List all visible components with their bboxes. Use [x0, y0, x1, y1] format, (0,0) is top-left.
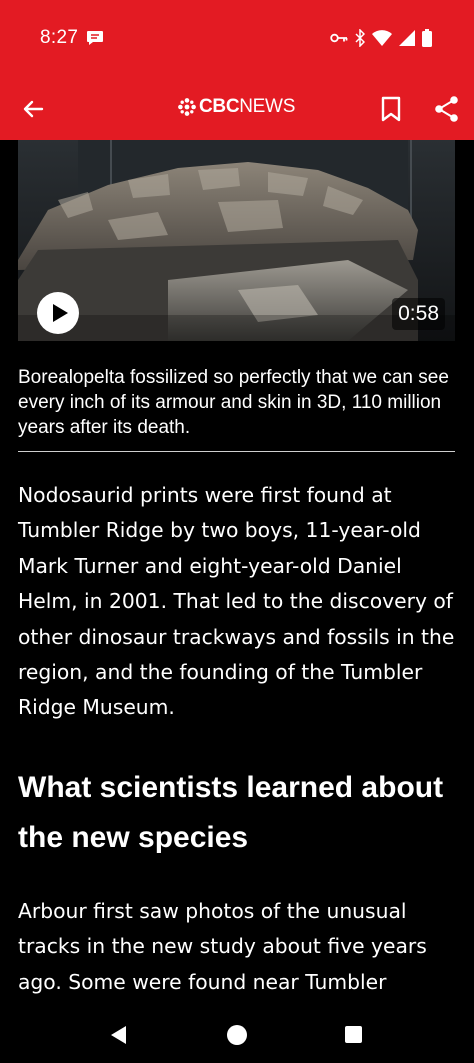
- bookmark-icon[interactable]: [378, 94, 404, 124]
- cbc-gem-icon: [178, 98, 196, 116]
- nav-home-icon[interactable]: [227, 1025, 247, 1045]
- play-icon: [53, 304, 68, 322]
- system-nav-bar: [0, 1007, 474, 1063]
- back-arrow-icon[interactable]: [18, 94, 48, 124]
- video-duration: 0:58: [392, 298, 445, 330]
- article-paragraph: Nodosaurid prints were first found at Tu…: [18, 483, 455, 720]
- video-caption: Borealopelta fossilized so perfectly tha…: [18, 367, 449, 438]
- logo-news-text: NEWS: [239, 96, 296, 117]
- vpn-key-icon: [330, 33, 348, 43]
- video-thumbnail: [18, 140, 455, 341]
- message-icon: [87, 31, 103, 45]
- status-time: 8:27: [40, 27, 79, 48]
- status-icons: [330, 28, 432, 48]
- app-bar: CBCNEWS: [0, 78, 474, 140]
- wifi-icon: [372, 30, 392, 46]
- status-bar: 8:27: [0, 0, 474, 78]
- bluetooth-icon: [355, 29, 365, 47]
- video-player[interactable]: 0:58: [18, 140, 455, 341]
- nav-back-icon[interactable]: [108, 1024, 130, 1046]
- battery-icon: [422, 29, 432, 47]
- share-icon[interactable]: [432, 94, 462, 124]
- caption-divider: [18, 451, 455, 452]
- logo-cbc-text: CBC: [199, 96, 240, 117]
- article-paragraph: Arbour first saw photos of the unusual t…: [18, 899, 427, 994]
- nav-recents-icon[interactable]: [345, 1026, 362, 1043]
- play-button[interactable]: [37, 292, 79, 334]
- cbc-news-logo: CBCNEWS: [178, 96, 295, 118]
- cell-signal-icon: [399, 30, 415, 46]
- section-heading: What scientists learned about the new sp…: [18, 771, 444, 854]
